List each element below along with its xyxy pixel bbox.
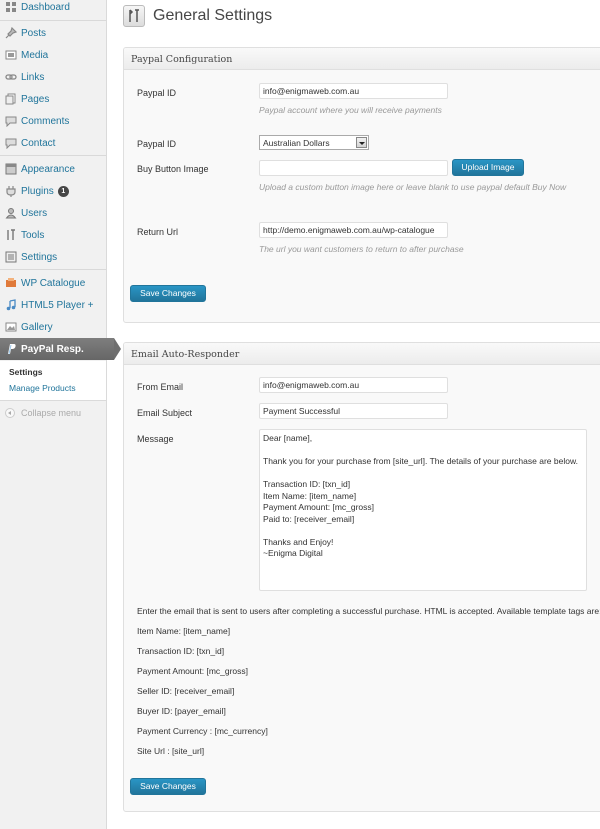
menu-posts[interactable]: Posts [0,22,106,44]
message-label: Message [137,434,174,444]
menu-label: Plugins [21,185,54,197]
paypal-config-box: Paypal Configuration Paypal ID info@enig… [123,47,600,323]
page-title: General Settings [153,7,273,24]
template-tag: Seller ID: [receiver_email] [137,686,235,696]
menu-label: Gallery [21,321,53,333]
tools-icon [5,229,17,241]
from-email-input[interactable]: info@enigmaweb.com.au [259,377,448,393]
menu-dashboard[interactable]: Dashboard [0,0,106,18]
contact-icon [5,137,17,149]
return-url-input[interactable]: http://demo.enigmaweb.com.au/wp-catalogu… [259,222,448,238]
update-count-badge: 1 [57,185,69,197]
save-changes-button[interactable]: Save Changes [130,285,206,302]
paypal-id-description: Paypal account where you will receive pa… [259,105,442,115]
collapse-label: Collapse menu [21,408,82,418]
menu-label: Posts [21,27,47,39]
settings-icon [5,251,17,263]
menu-label: Contact [21,137,56,149]
menu-contact[interactable]: Contact [0,132,106,154]
menu-label: Appearance [21,163,75,175]
menu-comments[interactable]: Comments [0,110,106,132]
menu-label: Pages [21,93,50,105]
save-changes-button[interactable]: Save Changes [130,778,206,795]
menu-label: Links [21,71,45,83]
email-subject-input[interactable]: Payment Successful [259,403,448,419]
menu-appearance[interactable]: Appearance [0,158,106,180]
email-autoresponder-box: Email Auto-Responder From Email info@eni… [123,342,600,812]
menu-html5-player[interactable]: HTML5 Player + [0,294,106,316]
buy-button-image-label: Buy Button Image [137,164,209,174]
chevron-down-icon [356,137,367,148]
link-icon [5,71,17,83]
menu-separator [0,20,106,21]
upload-image-button[interactable]: Upload Image [452,159,524,176]
media-icon [5,49,17,61]
menu-wp-catalogue[interactable]: WP Catalogue [0,272,106,294]
menu-tools[interactable]: Tools [0,224,106,246]
template-tag: Buyer ID: [payer_email] [137,706,226,716]
paypal-id-input[interactable]: info@enigmaweb.com.au [259,83,448,99]
collapse-arrow-icon [5,408,15,418]
menu-pages[interactable]: Pages [0,88,106,110]
menu-label: Tools [21,229,45,241]
users-icon [5,207,17,219]
pin-icon [5,27,17,39]
menu-label: Users [21,207,48,219]
currency-select[interactable]: Australian Dollars [259,135,369,150]
menu-label: Comments [21,115,70,127]
buy-button-image-description: Upload a custom button image here or lea… [259,182,567,192]
settings-page-icon [123,5,145,27]
menu-links[interactable]: Links [0,66,106,88]
menu-label: PayPal Resp. [21,343,84,355]
menu-label: Media [21,49,49,61]
catalogue-icon [5,277,17,289]
gallery-icon [5,321,17,333]
email-autoresponder-heading: Email Auto-Responder [124,343,600,365]
collapse-menu-button[interactable]: Collapse menu [5,408,81,418]
plugin-icon [5,185,17,197]
dashboard-icon [5,1,17,13]
paypal-id-label: Paypal ID [137,88,177,98]
template-tag: Payment Amount: [mc_gross] [137,666,249,676]
menu-plugins[interactable]: Plugins 1 [0,180,106,202]
from-email-label: From Email [137,382,184,392]
paypal-icon [5,343,17,355]
submenu-settings[interactable]: Settings [9,367,43,377]
appearance-icon [5,163,17,175]
template-tag: Site Url : [site_url] [137,746,205,756]
menu-paypal-resp[interactable]: PayPal Resp. [0,338,121,360]
currency-selected-value: Australian Dollars [263,138,330,148]
template-help-text: Enter the email that is sent to users af… [137,606,600,616]
message-textarea[interactable]: Dear [name], Thank you for your purchase… [259,429,587,591]
menu-label: Dashboard [21,1,70,13]
menu-separator [0,155,106,156]
comment-icon [5,115,17,127]
paypal-submenu: Settings Manage Products [0,361,106,401]
email-subject-label: Email Subject [137,408,193,418]
menu-label: Settings [21,251,58,263]
currency-label: Paypal ID [137,139,177,149]
template-tag: Payment Currency : [mc_currency] [137,726,268,736]
menu-gallery[interactable]: Gallery [0,316,106,338]
menu-users[interactable]: Users [0,202,106,224]
menu-label: HTML5 Player + [21,299,94,311]
menu-separator [0,269,106,270]
admin-sidebar: Dashboard Posts Media Links Pages Commen… [0,0,121,829]
return-url-description: The url you want customers to return to … [259,244,464,254]
menu-label: WP Catalogue [21,277,86,289]
music-note-icon [5,299,17,311]
menu-settings[interactable]: Settings [0,246,106,268]
paypal-config-heading: Paypal Configuration [124,48,600,70]
pages-icon [5,93,17,105]
buy-button-image-input[interactable] [259,160,448,176]
template-tag: Item Name: [item_name] [137,626,231,636]
menu-media[interactable]: Media [0,44,106,66]
submenu-manage-products[interactable]: Manage Products [9,383,76,393]
return-url-label: Return Url [137,227,179,237]
template-tag: Transaction ID: [txn_id] [137,646,225,656]
